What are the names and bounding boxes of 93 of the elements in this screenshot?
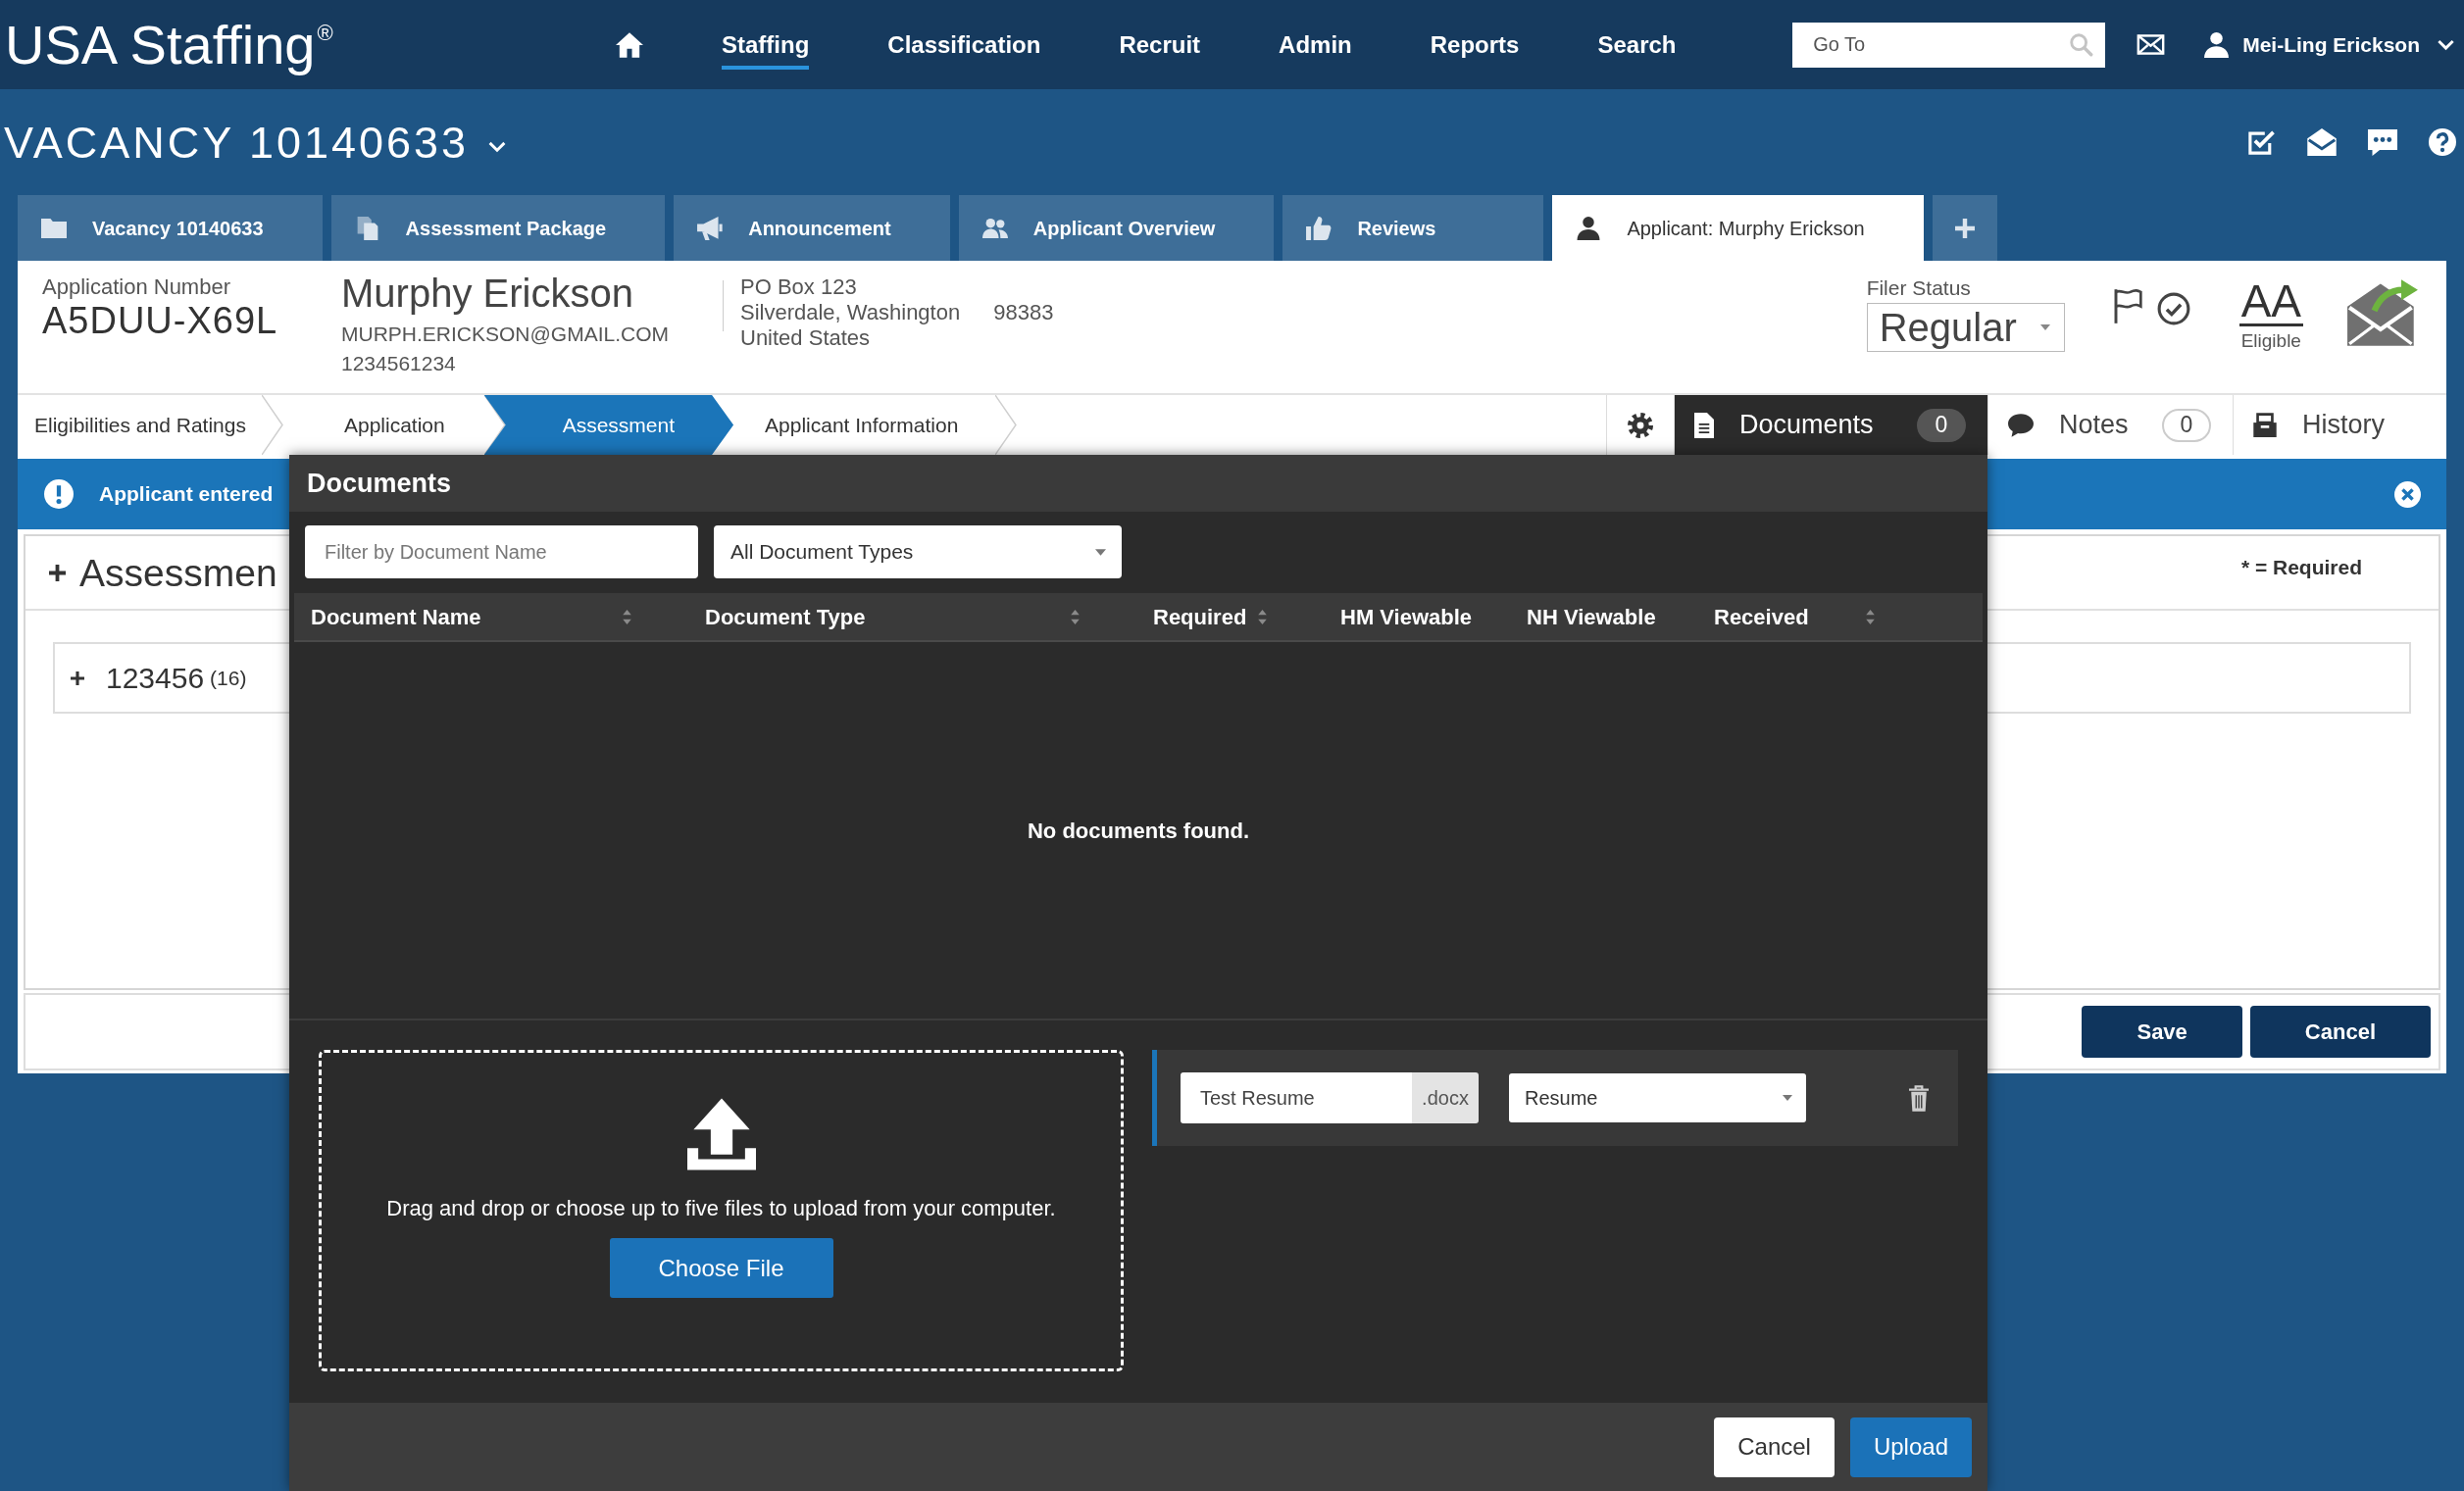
address-line: Silverdale, Washington xyxy=(740,300,961,325)
caret-icon xyxy=(1783,1095,1792,1101)
form-button[interactable]: Save xyxy=(2082,1006,2242,1058)
tab[interactable]: Announcement xyxy=(674,195,950,261)
drop-zone[interactable]: Drag and drop or choose up to five files to upload from your computer. Choose File xyxy=(319,1050,1124,1371)
chevron-divider xyxy=(261,395,283,455)
upload-button[interactable]: Upload xyxy=(1849,1416,1972,1477)
cancel-button[interactable]: Cancel xyxy=(1714,1416,1835,1477)
check-circle-icon[interactable] xyxy=(2156,292,2190,325)
envelope-open-icon[interactable] xyxy=(2307,128,2337,156)
close-icon[interactable] xyxy=(2394,480,2421,508)
sort-icon xyxy=(1866,609,1875,624)
logo: USA Staffing$^{®}$ xyxy=(5,13,333,75)
tab[interactable]: Reviews xyxy=(1282,195,1544,261)
alert-message: Applicant entered xyxy=(99,481,274,508)
address-line: PO Box 123 xyxy=(740,274,858,300)
folder-icon xyxy=(41,216,67,240)
address-line: United States xyxy=(740,325,872,351)
expand-icon[interactable] xyxy=(49,564,66,581)
tray-icon xyxy=(2253,413,2277,437)
caret-icon xyxy=(2039,324,2050,330)
tab[interactable]: Applicant: Murphy Erickson xyxy=(1552,195,1924,261)
nav-link[interactable]: Search xyxy=(1597,20,1677,70)
application-number: A5DUU-X69L xyxy=(42,300,279,341)
upload-icon xyxy=(686,1098,756,1170)
caret-icon xyxy=(1095,548,1106,556)
count-badge: 0 xyxy=(2162,408,2211,442)
filer-status-select[interactable]: Regular xyxy=(1866,303,2065,352)
help-icon[interactable] xyxy=(2429,128,2456,156)
sort-icon xyxy=(623,609,631,624)
megaphone-icon xyxy=(697,216,724,240)
zip-code: 98383 xyxy=(993,300,1054,325)
plus-icon xyxy=(1954,218,1975,238)
applicant-name: Murphy Erickson xyxy=(341,271,634,316)
add-tab-button[interactable] xyxy=(1932,195,1997,261)
chevron-divider xyxy=(995,395,1018,455)
section-title: Assessmen xyxy=(79,553,277,592)
nav-link[interactable]: Classification xyxy=(887,20,1041,70)
type-select[interactable]: All Document Types xyxy=(714,525,1122,578)
nav-link[interactable]: Recruit xyxy=(1119,20,1201,70)
tab[interactable]: Vacancy 10140633 xyxy=(18,195,323,261)
sort-icon xyxy=(1258,609,1267,624)
home-icon[interactable] xyxy=(616,31,643,58)
tab[interactable]: Applicant Overview xyxy=(958,195,1275,261)
eligibility-code: AA xyxy=(2238,278,2303,326)
column-header[interactable]: Document Type xyxy=(688,593,1136,640)
field-label: Application Number xyxy=(42,274,231,300)
column-header[interactable]: Required xyxy=(1136,593,1324,640)
sort-icon xyxy=(1071,609,1080,624)
step-tab[interactable]: Assessment xyxy=(483,395,734,455)
file-name-field[interactable]: Test Resume xyxy=(1181,1072,1412,1123)
eligibility-label: Eligible xyxy=(2240,330,2301,352)
settings-icon xyxy=(1628,412,1653,438)
chevron-down-icon[interactable] xyxy=(488,141,507,153)
nav-link[interactable]: Staffing xyxy=(722,20,810,70)
checkbox-icon[interactable] xyxy=(2248,129,2276,155)
chevron-down-icon[interactable] xyxy=(2438,38,2454,51)
goto-field[interactable]: Go To xyxy=(1792,22,2106,68)
required-note: * = Required xyxy=(2240,555,2362,580)
alert-icon xyxy=(44,479,74,509)
flag-icon[interactable] xyxy=(2113,288,2143,324)
panel-tab[interactable]: Documents 0 xyxy=(1674,395,1987,455)
column-header[interactable]: Received xyxy=(1697,593,1932,640)
dialog-title: Documents xyxy=(307,467,452,500)
chat-icon[interactable] xyxy=(2368,128,2397,156)
file-extension: .docx xyxy=(1412,1072,1479,1123)
user-menu[interactable]: Mei-Ling Erickson xyxy=(2242,28,2420,61)
comment-icon xyxy=(2008,413,2034,437)
trash-icon[interactable] xyxy=(1909,1084,1929,1112)
thumbs-up-icon xyxy=(1306,216,1333,240)
field-label: Filer Status xyxy=(1866,276,1972,300)
dropzone-instructions: Drag and drop or choose up to five files to upload from your computer. xyxy=(386,1195,1056,1222)
form-button[interactable]: Cancel xyxy=(2249,1006,2431,1058)
users-icon xyxy=(981,216,1008,240)
column-header: HM Viewable xyxy=(1339,603,1474,631)
user-icon xyxy=(1576,216,1602,240)
applicant-phone: 1234561234 xyxy=(341,351,457,376)
nav-link[interactable]: Admin xyxy=(1279,20,1352,70)
tab[interactable]: Assessment Package xyxy=(330,195,666,261)
column-header[interactable]: Document Name xyxy=(294,593,688,640)
empty-message: No documents found. xyxy=(1027,817,1250,845)
mail-icon[interactable] xyxy=(2137,34,2166,55)
document-icon xyxy=(1694,412,1714,438)
document-type-select[interactable]: Resume xyxy=(1509,1073,1806,1122)
column-header: NH Viewable xyxy=(1526,603,1657,631)
nav-link[interactable]: Reports xyxy=(1430,20,1520,70)
vacancy-title: VACANCY 10140633 xyxy=(4,120,470,165)
choose-file-button[interactable]: Choose File xyxy=(609,1238,833,1298)
filter-field[interactable]: Filter by Document Name xyxy=(305,525,698,578)
envelope-arrow-icon[interactable] xyxy=(2346,278,2419,347)
user-icon xyxy=(2204,31,2230,58)
count-badge: 0 xyxy=(1917,408,1966,442)
applicant-email: MURPH.ERICKSON@GMAIL.COM xyxy=(341,322,670,347)
